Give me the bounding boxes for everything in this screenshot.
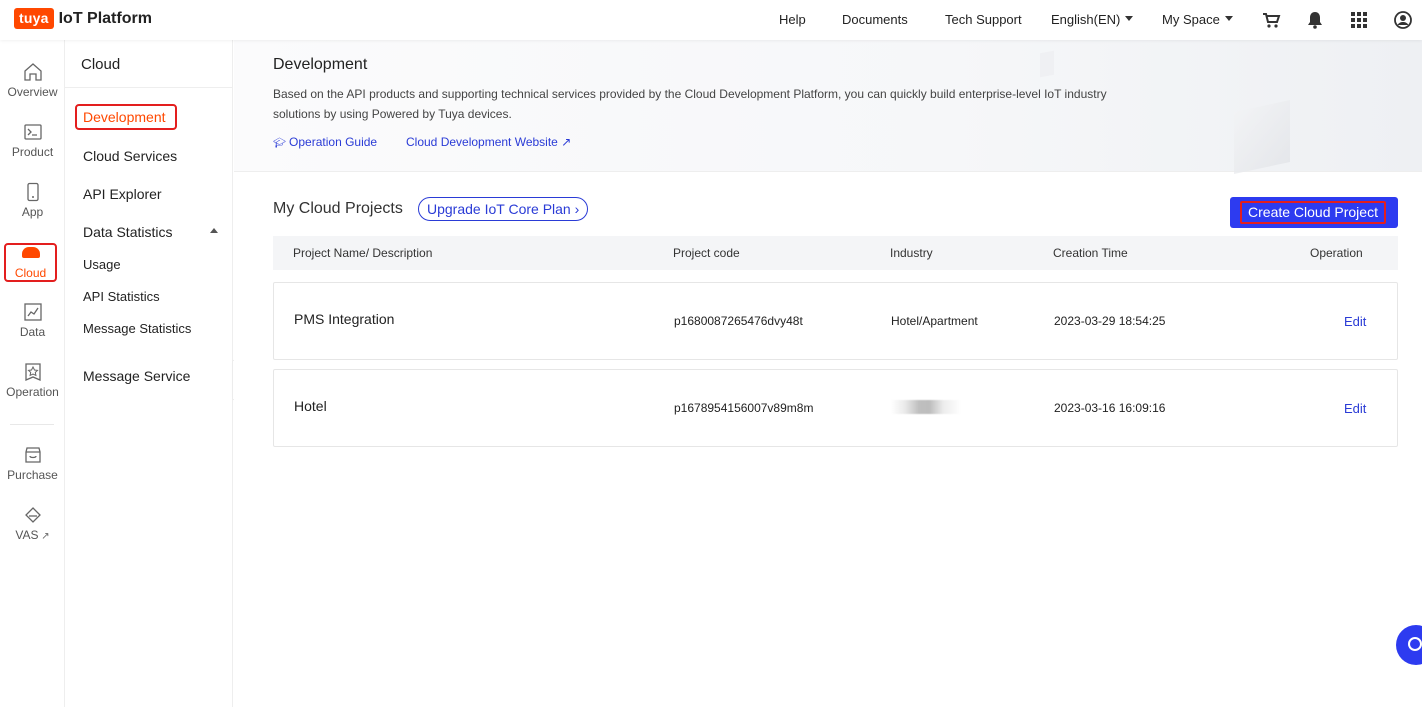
chevron-up-icon[interactable] <box>210 228 218 233</box>
rail-divider <box>10 424 54 425</box>
rail-label: Cloud <box>14 266 47 280</box>
decorative-cube <box>1040 50 1054 78</box>
create-cloud-project-button[interactable]: Create Cloud Project <box>1230 197 1398 228</box>
rail-item-app[interactable]: App <box>0 182 65 219</box>
rail-label: Purchase <box>7 468 58 482</box>
rail-label: Overview <box>7 85 58 99</box>
subnav-item-cloud-services[interactable]: Cloud Services <box>83 148 177 164</box>
logo-mark: tuya <box>14 8 54 29</box>
home-icon <box>23 63 42 81</box>
rail-item-vas[interactable]: VAS ↗ <box>0 505 65 542</box>
project-name[interactable]: Hotel <box>294 398 327 414</box>
headset-icon <box>1408 637 1422 651</box>
tuya-logo[interactable]: tuya IoT Platform <box>14 8 152 29</box>
button-label: Upgrade IoT Core Plan <box>427 201 571 217</box>
project-code: p1680087265476dvy48t <box>674 314 803 328</box>
decorative-cube <box>1234 100 1290 174</box>
subnav-item-api-statistics[interactable]: API Statistics <box>83 289 160 304</box>
graduation-cap-icon: 🎓︎ <box>273 138 286 149</box>
operation-guide-link[interactable]: 🎓︎ Operation Guide <box>273 135 377 149</box>
rail-label: Product <box>11 145 54 159</box>
primary-sidebar: Overview Product App Cloud Data Operatio… <box>0 40 65 707</box>
page-title: Development <box>273 56 368 73</box>
subnav-item-message-statistics[interactable]: Message Statistics <box>83 321 191 336</box>
link-label: Cloud Development Website <box>406 135 558 149</box>
section-title: My Cloud Projects <box>273 200 403 217</box>
apps-grid-icon[interactable] <box>1349 10 1369 30</box>
column-header: Creation Time <box>1053 246 1128 260</box>
my-space-label: My Space <box>1162 12 1220 27</box>
subnav-item-api-explorer[interactable]: API Explorer <box>83 186 162 202</box>
column-header: Project code <box>673 246 740 260</box>
creation-time: 2023-03-29 18:54:25 <box>1054 314 1166 328</box>
badge-star-icon <box>24 363 41 381</box>
project-code: p1678954156007v89m8m <box>674 401 814 415</box>
language-dropdown[interactable]: English(EN) <box>1051 12 1134 27</box>
top-bar: tuya IoT Platform Help Documents Tech Su… <box>0 0 1422 40</box>
subnav-group-data-statistics[interactable]: Data Statistics <box>83 224 172 240</box>
rail-item-overview[interactable]: Overview <box>0 62 65 99</box>
edit-link[interactable]: Edit <box>1344 314 1366 329</box>
main-content: Development Based on the API products an… <box>234 40 1422 707</box>
user-icon[interactable] <box>1393 10 1413 30</box>
creation-time: 2023-03-16 16:09:16 <box>1054 401 1166 415</box>
subnav-item-development[interactable]: Development <box>75 104 177 130</box>
table-row[interactable]: PMS Integration p1680087265476dvy48t Hot… <box>273 282 1398 360</box>
bell-icon[interactable] <box>1305 10 1325 30</box>
cart-icon[interactable] <box>1261 10 1281 30</box>
cloud-dev-website-link[interactable]: Cloud Development Website ↗ <box>406 135 571 149</box>
chart-icon <box>23 303 42 321</box>
redacted-industry <box>891 400 961 414</box>
upgrade-plan-button[interactable]: Upgrade IoT Core Plan › <box>418 197 589 221</box>
logo-text: IoT Platform <box>58 9 152 27</box>
rail-item-data[interactable]: Data <box>0 302 65 339</box>
subnav-item-usage[interactable]: Usage <box>83 257 121 272</box>
rail-label: Operation <box>6 385 59 399</box>
subnav-item-message-service[interactable]: Message Service <box>83 368 190 384</box>
diamond-icon <box>24 507 41 523</box>
subnav-label: Development <box>83 109 166 125</box>
chevron-right-icon: › <box>574 201 580 217</box>
edit-link[interactable]: Edit <box>1344 401 1366 416</box>
chevron-down-icon <box>1125 16 1134 21</box>
hero-banner: Development Based on the API products an… <box>234 40 1422 174</box>
rail-item-purchase[interactable]: Purchase <box>0 445 65 482</box>
external-link-icon: ↗ <box>557 135 572 149</box>
column-header: Industry <box>890 246 933 260</box>
page-description: Based on the API products and supporting… <box>273 87 1107 121</box>
my-space-dropdown[interactable]: My Space <box>1162 12 1233 27</box>
project-industry: Hotel/Apartment <box>891 314 978 328</box>
phone-icon <box>26 182 39 202</box>
rail-item-product[interactable]: Product <box>0 122 65 159</box>
tech-support-link[interactable]: Tech Support <box>945 12 1022 27</box>
chevron-down-icon <box>1224 16 1233 21</box>
divider <box>65 87 232 88</box>
cloud-icon <box>22 247 40 258</box>
rail-item-cloud[interactable]: Cloud <box>4 243 57 282</box>
project-name[interactable]: PMS Integration <box>294 311 394 327</box>
shop-icon <box>24 447 41 463</box>
rail-label: VAS <box>15 528 39 542</box>
external-link-icon: ↗ <box>38 531 50 542</box>
secondary-sidebar: Cloud Development Cloud Services API Exp… <box>65 40 233 707</box>
link-label: Operation Guide <box>289 135 378 149</box>
column-header: Operation <box>1310 246 1363 260</box>
rail-item-operation[interactable]: Operation <box>0 362 65 399</box>
rail-label: Data <box>19 325 46 339</box>
table-header: Project Name/ Description Project code I… <box>273 236 1398 270</box>
language-label: English(EN) <box>1051 12 1121 27</box>
rail-label: App <box>21 205 44 219</box>
terminal-icon <box>23 124 42 140</box>
table-row[interactable]: Hotel p1678954156007v89m8m 2023-03-16 16… <box>273 369 1398 447</box>
documents-link[interactable]: Documents <box>842 12 908 27</box>
column-header: Project Name/ Description <box>293 246 433 260</box>
help-link[interactable]: Help <box>779 12 806 27</box>
subnav-title: Cloud <box>81 56 121 73</box>
button-label: Create Cloud Project <box>1240 201 1386 224</box>
